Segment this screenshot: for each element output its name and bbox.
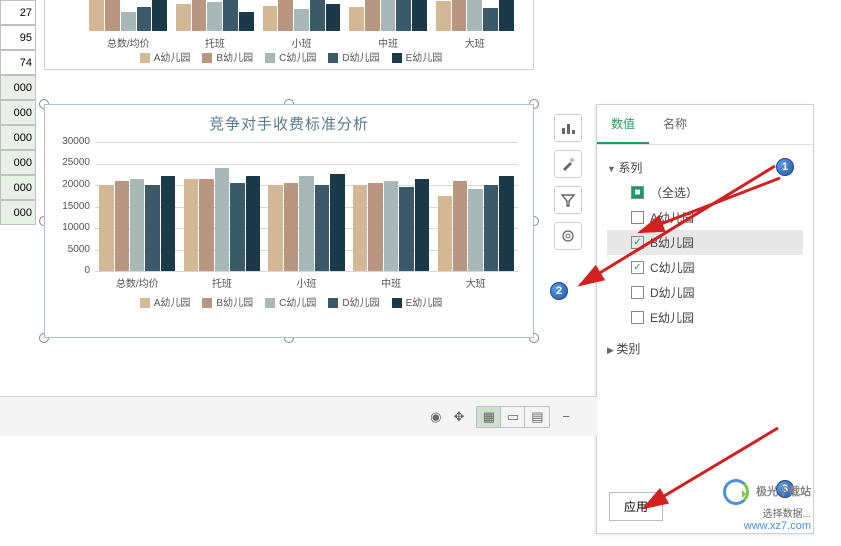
- checkbox-icon: [631, 311, 644, 324]
- view-read-icon[interactable]: ▤: [525, 407, 549, 427]
- bar: [399, 187, 413, 271]
- bar: [246, 176, 260, 271]
- cell[interactable]: 000: [0, 150, 36, 175]
- bar: [199, 179, 213, 271]
- bar: [330, 174, 344, 271]
- panel-tabs: 数值 名称: [597, 105, 813, 145]
- category-header[interactable]: 类别: [607, 336, 803, 361]
- cell[interactable]: 000: [0, 75, 36, 100]
- bar: [215, 168, 229, 271]
- watermark-brand: 极光下载站: [756, 486, 811, 498]
- cell[interactable]: 000: [0, 175, 36, 200]
- bar: [115, 181, 129, 271]
- checkbox-icon: [631, 286, 644, 299]
- view-page-icon[interactable]: ▭: [501, 407, 525, 427]
- chart-plot-area: 050001000015000200002500030000总数/均价托班小班中…: [95, 142, 518, 272]
- annotation-badge-1: 1: [776, 158, 794, 176]
- bar: [368, 183, 382, 271]
- eye-icon[interactable]: ◉: [430, 409, 441, 425]
- bar: [315, 185, 329, 271]
- chart-selection-frame[interactable]: 竞争对手收费标准分析 05000100001500020000250003000…: [44, 104, 534, 338]
- checkbox-label: E幼儿园: [650, 309, 694, 326]
- cell[interactable]: 000: [0, 200, 36, 225]
- bar: [484, 185, 498, 271]
- checkbox-label: A幼儿园: [650, 209, 694, 226]
- checkbox-icon: ■: [631, 186, 644, 199]
- brush-icon[interactable]: [554, 150, 582, 178]
- checkbox-C幼儿园[interactable]: ✓ C幼儿园: [607, 255, 803, 280]
- cell[interactable]: 95: [0, 25, 36, 50]
- series-header[interactable]: 系列: [607, 155, 803, 180]
- apply-button[interactable]: 应用: [609, 492, 663, 521]
- bar: [299, 176, 313, 271]
- watermark-url: www.xz7.com: [744, 520, 811, 532]
- chart-main[interactable]: 竞争对手收费标准分析 05000100001500020000250003000…: [44, 104, 534, 338]
- move-icon[interactable]: ✥: [454, 409, 465, 425]
- tab-values[interactable]: 数值: [597, 105, 649, 144]
- bar: [99, 185, 113, 271]
- cell[interactable]: 74: [0, 50, 36, 75]
- series-tree: 系列 ■ （全选） A幼儿园 ✓ B幼儿园 ✓ C幼儿园 D幼儿园 E幼儿园 类别: [597, 145, 813, 371]
- checkbox-label: （全选）: [650, 184, 698, 201]
- watermark-sub: 选择数据...: [763, 509, 811, 520]
- annotation-badge-2: 2: [550, 282, 568, 300]
- bar: [130, 179, 144, 271]
- bar: [453, 181, 467, 271]
- bar: [384, 181, 398, 271]
- bar: [353, 185, 367, 271]
- view-mode-segment: ▦ ▭ ▤: [476, 406, 550, 428]
- bar: [161, 176, 175, 271]
- chart-type-icon[interactable]: [554, 114, 582, 142]
- bar: [468, 189, 482, 271]
- bar: [230, 183, 244, 271]
- filter-icon[interactable]: [554, 186, 582, 214]
- chart-top-partial[interactable]: 总数/均价托班小班中班大班 A幼儿园B幼儿园C幼儿园D幼儿园E幼儿园: [44, 0, 534, 70]
- checkbox-E幼儿园[interactable]: E幼儿园: [607, 305, 803, 330]
- bar: [499, 176, 513, 271]
- tab-names[interactable]: 名称: [649, 105, 701, 144]
- checkbox-label: D幼儿园: [650, 284, 695, 301]
- view-grid-icon[interactable]: ▦: [477, 407, 501, 427]
- checkbox-B幼儿园[interactable]: ✓ B幼儿园: [607, 230, 803, 255]
- checkbox-label: C幼儿园: [650, 259, 695, 276]
- bar: [438, 196, 452, 271]
- bar: [284, 183, 298, 271]
- settings-icon[interactable]: [554, 222, 582, 250]
- checkbox-label: B幼儿园: [650, 234, 694, 251]
- checkbox-D幼儿园[interactable]: D幼儿园: [607, 280, 803, 305]
- bar: [268, 185, 282, 271]
- chart-tools: [554, 114, 584, 258]
- cell[interactable]: 000: [0, 100, 36, 125]
- chart-title: 竞争对手收费标准分析: [45, 105, 533, 142]
- cell[interactable]: 27: [0, 0, 36, 25]
- bar: [184, 179, 198, 271]
- checkbox-icon: ✓: [631, 261, 644, 274]
- checkbox-icon: [631, 211, 644, 224]
- zoom-out-button[interactable]: −: [562, 409, 570, 424]
- bar: [145, 185, 159, 271]
- checkbox-A幼儿园[interactable]: A幼儿园: [607, 205, 803, 230]
- checkbox-select-all[interactable]: ■ （全选）: [607, 180, 803, 205]
- watermark: 极光下载站 选择数据... www.xz7.com: [723, 479, 811, 532]
- bar: [415, 179, 429, 271]
- status-bar: ◉ ✥ ▦ ▭ ▤ −: [0, 396, 597, 436]
- checkbox-icon: ✓: [631, 236, 644, 249]
- cell[interactable]: 000: [0, 125, 36, 150]
- watermark-logo-icon: [723, 479, 749, 505]
- row-headers: 27 95 74 000 000 000 000 000 000: [0, 0, 36, 225]
